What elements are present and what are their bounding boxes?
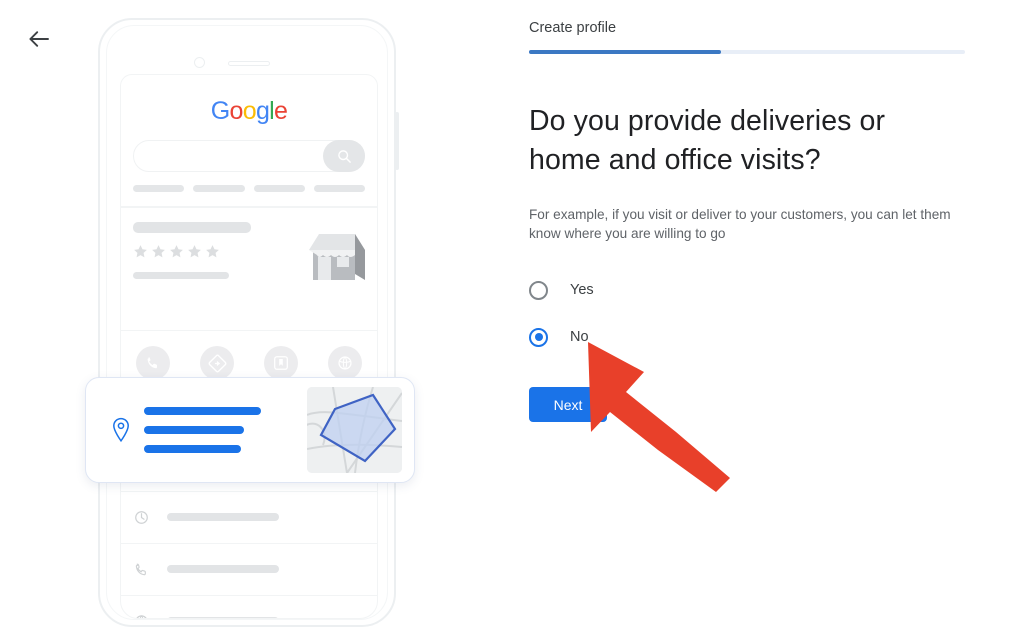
filter-chip[interactable] (193, 185, 245, 192)
radio-yes-label: Yes (570, 282, 594, 299)
radio-yes-indicator[interactable] (529, 280, 548, 300)
phone-frame: Google (98, 18, 399, 627)
radio-option-yes[interactable]: Yes (529, 273, 969, 307)
star-icon (170, 244, 183, 257)
clock-icon (133, 509, 163, 526)
info-row-hours[interactable] (121, 490, 377, 543)
question-heading: Do you provide deliveries or home and of… (529, 105, 886, 176)
search-button[interactable] (323, 140, 365, 172)
info-value-placeholder (167, 565, 279, 573)
call-action-button[interactable] (136, 346, 170, 380)
info-row-phone[interactable] (121, 542, 377, 595)
business-name-placeholder (133, 221, 251, 233)
phone-screen: Google (120, 74, 378, 619)
website-icon (133, 613, 163, 618)
star-icon (152, 244, 165, 257)
phone-icon (133, 561, 163, 578)
storefront-icon (305, 230, 365, 291)
phone-icon (147, 357, 158, 369)
star-icon (134, 244, 147, 257)
business-card (121, 208, 377, 316)
save-action-button[interactable] (264, 346, 298, 380)
progress-bar-fill (529, 50, 721, 54)
logo-letter-g1: G (210, 97, 230, 125)
search-input[interactable] (133, 140, 365, 172)
next-button[interactable]: Next (529, 387, 607, 423)
logo-letter-o2: o (242, 97, 257, 125)
phone-speaker-icon (228, 61, 270, 66)
service-area-map[interactable] (307, 387, 402, 473)
website-action-button[interactable] (328, 346, 362, 380)
radio-no-label: No (570, 329, 589, 346)
phone-camera-icon (194, 57, 205, 68)
directions-action-button[interactable] (200, 346, 234, 380)
google-logo: Google (121, 97, 377, 126)
filter-chip[interactable] (313, 185, 365, 192)
delivery-radio-group: Yes No (529, 273, 969, 354)
phone-side-button (395, 112, 399, 170)
website-icon (338, 356, 352, 370)
question-description: For example, if you visit or deliver to … (529, 206, 951, 241)
location-pin-icon (104, 417, 138, 444)
phone-mockup-illustration: Google (0, 0, 500, 627)
logo-letter-e: e (274, 97, 288, 125)
star-icon (206, 244, 219, 257)
bookmark-icon (274, 356, 288, 370)
info-value-placeholder (167, 617, 279, 618)
step-title: Create profile (529, 20, 617, 36)
logo-letter-g2: g (255, 97, 270, 125)
directions-icon (208, 354, 226, 372)
service-area-line (144, 407, 261, 415)
progress-bar-track (529, 50, 965, 54)
info-value-placeholder (167, 513, 279, 521)
filter-chip-row (133, 185, 365, 192)
info-row-website[interactable] (121, 594, 377, 618)
service-area-line (144, 445, 241, 453)
filter-chip[interactable] (253, 185, 305, 192)
search-icon (337, 149, 351, 163)
create-profile-form: Create profile Do you provide deliveries… (529, 0, 969, 423)
service-area-lines (138, 407, 307, 453)
service-area-highlight-card[interactable] (85, 377, 415, 483)
radio-no-indicator[interactable] (529, 327, 548, 347)
filter-chip[interactable] (133, 185, 185, 192)
star-icon (188, 244, 201, 257)
radio-option-no[interactable]: No (529, 320, 969, 354)
logo-letter-o1: o (229, 97, 244, 125)
business-subtitle-placeholder (133, 271, 229, 279)
service-area-line (144, 426, 244, 434)
